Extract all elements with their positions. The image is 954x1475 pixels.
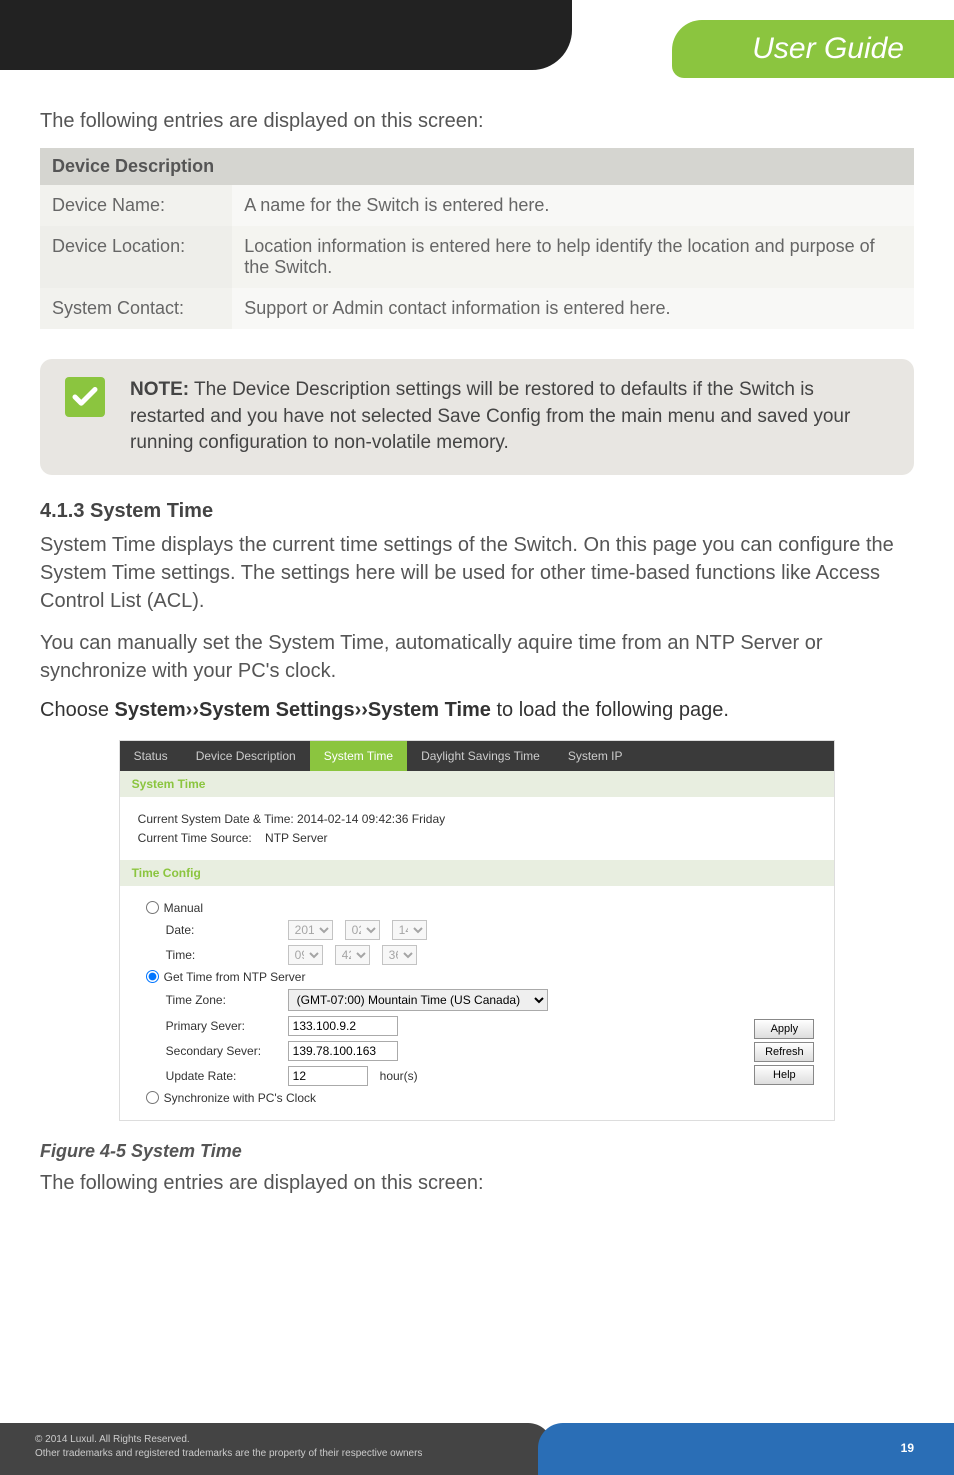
date-month-select[interactable]: 02	[345, 920, 380, 940]
timezone-row: Time Zone: (GMT-07:00) Mountain Time (US…	[166, 989, 737, 1011]
date-day-select[interactable]: 14	[392, 920, 427, 940]
current-datetime-value: 2014-02-14 09:42:36 Friday	[297, 812, 445, 826]
secondary-server-row: Secondary Sever:	[166, 1041, 737, 1061]
radio-manual-label: Manual	[164, 901, 203, 915]
table-row: System Contact: Support or Admin contact…	[40, 288, 914, 329]
timezone-label: Time Zone:	[166, 993, 276, 1007]
screenshot-tabbar: Status Device Description System Time Da…	[120, 741, 835, 771]
page-number: 19	[901, 1441, 914, 1455]
tab-device-description[interactable]: Device Description	[182, 741, 310, 771]
footer-left: © 2014 Luxul. All Rights Reserved. Other…	[0, 1423, 553, 1475]
footer-right: 19	[538, 1423, 954, 1475]
section-title-413: 4.1.3 System Time	[40, 500, 914, 523]
refresh-button[interactable]: Refresh	[754, 1042, 814, 1062]
update-rate-label: Update Rate:	[166, 1069, 276, 1083]
timezone-select[interactable]: (GMT-07:00) Mountain Time (US Canada)	[288, 989, 548, 1011]
intro-text: The following entries are displayed on t…	[40, 110, 914, 133]
radio-ntp-label: Get Time from NTP Server	[164, 970, 306, 984]
section-system-time-header: System Time	[120, 771, 835, 797]
date-label: Date:	[166, 923, 276, 937]
note-callout: NOTE: The Device Description settings wi…	[40, 359, 914, 475]
tab-system-time[interactable]: System Time	[310, 741, 407, 771]
secondary-server-input[interactable]	[288, 1041, 398, 1061]
radio-manual-input[interactable]	[146, 901, 159, 914]
device-description-table: Device Description Device Name: A name f…	[40, 148, 914, 329]
primary-server-label: Primary Sever:	[166, 1019, 276, 1033]
tab-daylight-savings[interactable]: Daylight Savings Time	[407, 741, 554, 771]
note-text: The Device Description settings will be …	[130, 379, 850, 453]
section-para-1: System Time displays the current time se…	[40, 531, 914, 615]
current-source-label: Current Time Source:	[138, 831, 252, 845]
secondary-server-label: Secondary Sever:	[166, 1044, 276, 1058]
primary-server-row: Primary Sever:	[166, 1016, 737, 1036]
time-label: Time:	[166, 948, 276, 962]
row-label: Device Location:	[40, 226, 232, 288]
section-time-config-header: Time Config	[120, 860, 835, 886]
section-para-2: You can manually set the System Time, au…	[40, 629, 914, 685]
system-time-screenshot: Status Device Description System Time Da…	[119, 740, 836, 1121]
page-header: User Guide	[0, 0, 954, 100]
update-rate-unit: hour(s)	[380, 1069, 418, 1083]
checkmark-icon	[65, 377, 105, 417]
time-hour-select[interactable]: 09	[288, 945, 323, 965]
radio-manual[interactable]: Manual	[146, 901, 737, 915]
guide-title-tab: User Guide	[672, 20, 954, 78]
current-datetime-label: Current System Date & Time:	[138, 812, 294, 826]
time-min-select[interactable]: 42	[335, 945, 370, 965]
update-rate-input[interactable]	[288, 1066, 368, 1086]
row-value: Location information is entered here to …	[232, 226, 914, 288]
closing-text: The following entries are displayed on t…	[40, 1172, 914, 1195]
header-black-bar	[0, 0, 572, 70]
row-value: A name for the Switch is entered here.	[232, 185, 914, 226]
note-label: NOTE:	[130, 379, 189, 400]
tab-status[interactable]: Status	[120, 741, 182, 771]
current-datetime-row: Current System Date & Time: 2014-02-14 0…	[138, 812, 817, 826]
time-field-row: Time: 09 42 36	[166, 945, 737, 965]
radio-sync-pc-label: Synchronize with PC's Clock	[164, 1091, 316, 1105]
date-field-row: Date: 2014 02 14	[166, 920, 737, 940]
footer-copyright: © 2014 Luxul. All Rights Reserved.	[35, 1433, 518, 1447]
radio-ntp-input[interactable]	[146, 970, 159, 983]
table-header: Device Description	[40, 148, 914, 185]
menu-path-bold: System››System Settings››System Time	[115, 699, 491, 721]
page-footer: © 2014 Luxul. All Rights Reserved. Other…	[0, 1423, 954, 1475]
tab-system-ip[interactable]: System IP	[554, 741, 637, 771]
radio-sync-pc-input[interactable]	[146, 1091, 159, 1104]
help-button[interactable]: Help	[754, 1065, 814, 1085]
date-year-select[interactable]: 2014	[288, 920, 333, 940]
footer-trademarks: Other trademarks and registered trademar…	[35, 1447, 518, 1461]
row-value: Support or Admin contact information is …	[232, 288, 914, 329]
radio-sync-pc[interactable]: Synchronize with PC's Clock	[146, 1091, 737, 1105]
apply-button[interactable]: Apply	[754, 1019, 814, 1039]
figure-caption: Figure 4-5 System Time	[40, 1141, 914, 1162]
primary-server-input[interactable]	[288, 1016, 398, 1036]
table-row: Device Name: A name for the Switch is en…	[40, 185, 914, 226]
menu-path-line: Choose System››System Settings››System T…	[40, 699, 914, 722]
radio-ntp[interactable]: Get Time from NTP Server	[146, 970, 737, 984]
menu-suffix: to load the following page.	[491, 699, 729, 721]
row-label: Device Name:	[40, 185, 232, 226]
time-sec-select[interactable]: 36	[382, 945, 417, 965]
row-label: System Contact:	[40, 288, 232, 329]
current-source-value: NTP Server	[265, 831, 327, 845]
menu-prefix: Choose	[40, 699, 115, 721]
table-row: Device Location: Location information is…	[40, 226, 914, 288]
update-rate-row: Update Rate: hour(s)	[166, 1066, 737, 1086]
current-source-row: Current Time Source: NTP Server	[138, 831, 817, 845]
